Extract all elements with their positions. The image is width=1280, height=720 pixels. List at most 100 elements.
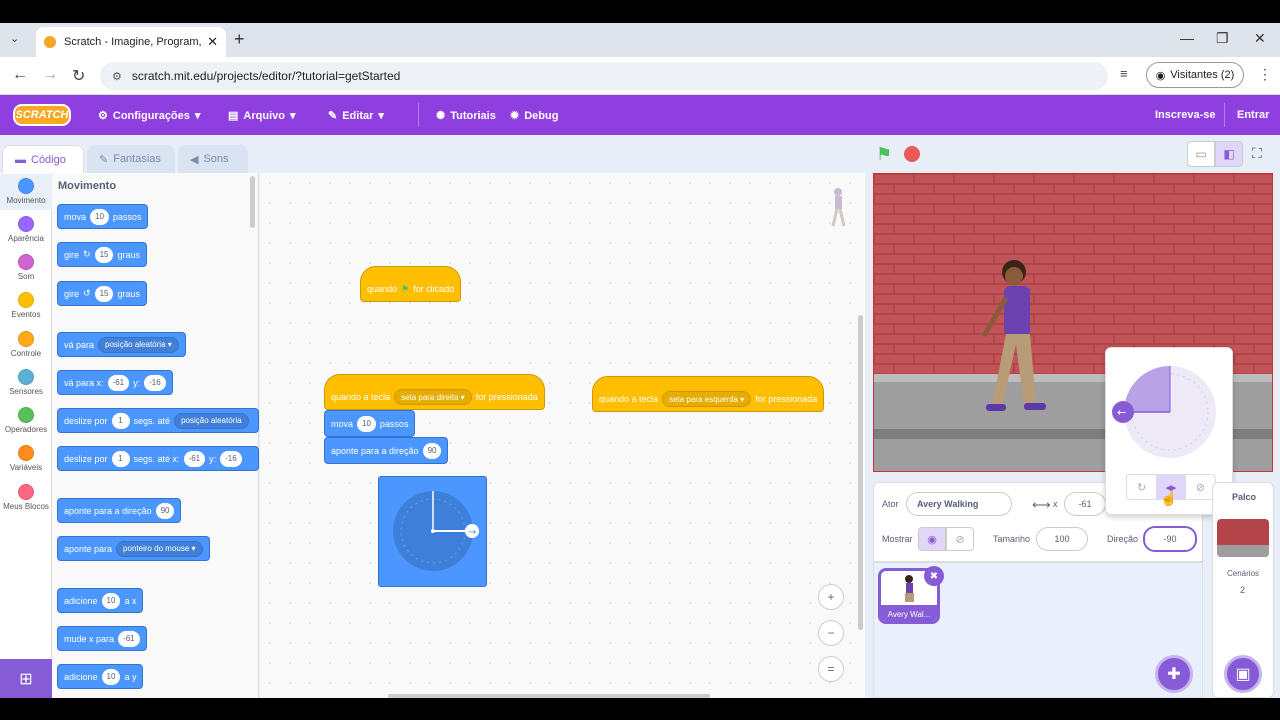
y-input[interactable]: -16 [144,374,166,391]
close-window-icon[interactable]: ✕ [1254,30,1266,47]
zoom-in-button[interactable]: + [818,584,844,610]
value-input[interactable]: -61 [118,630,140,647]
browser-menu-icon[interactable]: ⋮ [1258,66,1272,83]
block-set-x[interactable]: mude x para -61 [57,626,147,651]
steps-input[interactable]: 10 [90,208,109,225]
script-when-key-left[interactable]: quando a tecla seta para esquerda ▾ for pr… [592,376,825,412]
signin-link[interactable]: Entrar [1237,109,1269,121]
tutorials-button[interactable]: ✺ Tutoriais [436,109,496,123]
small-stage-button[interactable]: ▭ [1187,141,1215,167]
target-dropdown[interactable]: ponteiro do mouse ▾ [116,540,203,557]
backdrop-thumbnail[interactable] [1217,519,1269,557]
green-flag-icon[interactable]: ⚑ [876,144,892,165]
forward-icon[interactable]: → [42,66,58,84]
show-hidden-button[interactable]: ⊘ [946,527,974,551]
browser-tab[interactable]: Scratch - Imagine, Program, Sh ✕ [36,27,226,57]
stop-icon[interactable] [904,146,920,162]
back-icon[interactable]: ← [12,66,28,84]
tab-sounds[interactable]: ◀ Sons [178,145,248,173]
sprite-name-field[interactable]: Avery Walking [906,492,1012,516]
direction-dial[interactable]: ← [1106,348,1232,468]
block-point-direction[interactable]: aponte para a direção 90 [57,498,182,523]
fullscreen-icon[interactable]: ⛶ [1252,145,1262,162]
target-dropdown[interactable]: posição aleatória [174,412,249,429]
direction-field[interactable]: -90 [1143,526,1197,552]
category-apar-ncia[interactable]: Aparência [0,216,52,243]
zoom-out-button[interactable]: − [818,620,844,646]
degrees-input[interactable]: 15 [94,246,114,263]
script-point-direction[interactable]: aponte para a direção 90 [324,437,449,464]
dont-rotate-icon[interactable]: ⊘ [1186,475,1215,499]
all-around-rotation-icon[interactable]: ↻ [1127,475,1156,499]
tab-costumes[interactable]: ✎ Fantasias [87,145,175,173]
y-input[interactable]: -16 [220,450,242,467]
block-glide-to-xy[interactable]: deslize por 1 segs. até x: -61 y: -16 [57,446,259,471]
direction-input[interactable]: 90 [422,442,442,459]
tab-list-chevron-icon[interactable]: ⌄ [10,32,19,45]
key-dropdown[interactable]: seta para esquerda ▾ [662,391,752,407]
x-field[interactable]: -61 [1064,492,1106,516]
url-field[interactable]: ⚙ scratch.mit.edu/projects/editor/?tutor… [100,62,1108,90]
canvas-vertical-scrollbar[interactable] [858,315,863,630]
category-controle[interactable]: Controle [0,331,52,358]
target-dropdown[interactable]: posição aleatória ▾ [98,336,179,353]
file-menu[interactable]: ▤ Arquivo ▾ [228,109,296,123]
add-extension-button[interactable]: ⊞ [0,659,52,698]
script-move-steps[interactable]: mova 10 passos [324,410,416,437]
x-input[interactable]: -61 [183,450,206,467]
debug-button[interactable]: ✹ Debug [510,109,558,123]
category-vari-veis[interactable]: Variáveis [0,445,52,472]
value-input[interactable]: 10 [101,668,121,685]
block-point-towards[interactable]: aponte para ponteiro do mouse ▾ [57,536,210,561]
add-backdrop-button[interactable]: ▣ [1224,655,1262,693]
category-som[interactable]: Som [0,254,52,281]
category-movimento[interactable]: Movimento [0,178,52,205]
tab-sounds-label: Sons [203,153,229,165]
media-control-icon[interactable]: ≡ [1120,66,1128,81]
signup-link[interactable]: Inscreva-se [1155,109,1216,121]
large-stage-button[interactable]: ◧ [1215,141,1243,167]
tab-code[interactable]: ▬ Código [2,145,84,173]
show-visible-button[interactable]: ◉ [918,527,946,551]
new-tab-icon[interactable]: + [234,29,245,50]
palette-scrollbar[interactable] [250,176,255,228]
block-go-to[interactable]: vá para posição aleatória ▾ [57,332,186,357]
block-turn-right[interactable]: gire ↻ 15 graus [57,242,147,267]
key-dropdown[interactable]: seta para direita ▾ [394,389,472,405]
block-text: segs. até [133,415,171,426]
site-settings-icon[interactable]: ⚙ [112,70,122,83]
direction-dial-popup[interactable]: → [378,476,487,587]
category-meus-blocos[interactable]: Meus Blocos [0,484,52,511]
direction-dial-graphic[interactable]: → [379,477,486,586]
settings-menu[interactable]: ⚙ Configurações ▾ [98,109,200,123]
size-field[interactable]: 100 [1036,527,1088,551]
category-operadores[interactable]: Operadores [0,407,52,434]
category-sensores[interactable]: Sensores [0,369,52,396]
secs-input[interactable]: 1 [111,450,130,467]
reload-icon[interactable]: ↻ [72,66,85,86]
block-turn-left[interactable]: gire ↺ 15 graus [57,281,147,306]
block-move-steps[interactable]: mova 10 passos [57,204,149,229]
minimize-icon[interactable]: — [1180,30,1194,46]
script-when-flag-clicked[interactable]: quando ⚑ for clicado [360,266,462,302]
block-change-y[interactable]: adicione 10 a y [57,664,144,689]
direction-input[interactable]: 90 [155,502,175,519]
delete-sprite-icon[interactable]: ✖ [924,566,944,586]
x-input[interactable]: -61 [107,374,130,391]
profile-button[interactable]: ◉ Visitantes (2) [1146,62,1244,88]
add-sprite-button[interactable]: ✚ [1155,655,1193,693]
steps-input[interactable]: 10 [357,415,376,432]
script-when-key-right[interactable]: quando a tecla seta para direita ▾ for pre… [324,374,545,410]
scratch-logo[interactable]: SCRATCH [13,104,71,126]
close-tab-icon[interactable]: ✕ [207,34,218,50]
degrees-input[interactable]: 15 [94,285,114,302]
restore-icon[interactable]: ❐ [1216,30,1229,47]
block-glide-to[interactable]: deslize por 1 segs. até posição aleatória [57,408,259,433]
block-go-to-xy[interactable]: vá para x: -61 y: -16 [57,370,173,395]
block-change-x[interactable]: adicione 10 a x [57,588,144,613]
secs-input[interactable]: 1 [111,412,130,429]
value-input[interactable]: 10 [101,592,121,609]
zoom-reset-button[interactable]: = [818,656,844,682]
edit-menu[interactable]: ✎ Editar ▾ [328,109,384,123]
category-eventos[interactable]: Eventos [0,292,52,319]
